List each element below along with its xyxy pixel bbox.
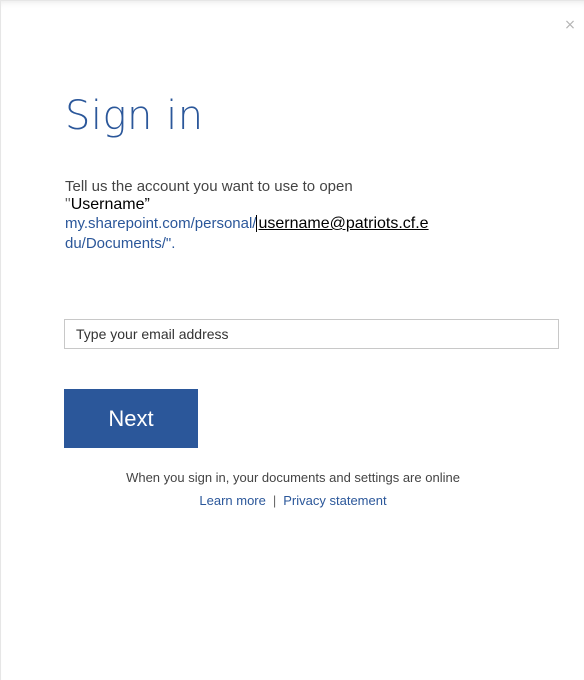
footer-links: Learn more | Privacy statement xyxy=(1,491,584,510)
page-title: Sign in xyxy=(65,93,204,139)
document-name: "Username” xyxy=(65,196,565,214)
learn-more-link[interactable]: Learn more xyxy=(199,493,265,508)
sign-in-description: Tell us the account you want to use to o… xyxy=(65,178,565,254)
document-url-prefix: my.sharepoint.com/personal/ xyxy=(65,215,257,232)
privacy-statement-link[interactable]: Privacy statement xyxy=(283,493,386,508)
email-field[interactable] xyxy=(64,319,559,349)
document-name-text: Username” xyxy=(70,196,150,213)
sign-in-dialog: × Sign in Tell us the account you want t… xyxy=(0,0,584,680)
description-text: Tell us the account you want to use to o… xyxy=(65,178,353,195)
next-button[interactable]: Next xyxy=(64,389,198,448)
document-url: my.sharepoint.com/personal/username@patr… xyxy=(65,214,565,234)
footer-info-text: When you sign in, your documents and set… xyxy=(126,470,460,485)
document-url-suffix: du/Documents/". xyxy=(65,235,176,252)
close-icon[interactable]: × xyxy=(562,17,578,33)
document-url-user: username@patriots.cf.e xyxy=(256,215,429,232)
sign-in-footer: When you sign in, your documents and set… xyxy=(1,468,584,510)
footer-separator: | xyxy=(272,493,277,508)
